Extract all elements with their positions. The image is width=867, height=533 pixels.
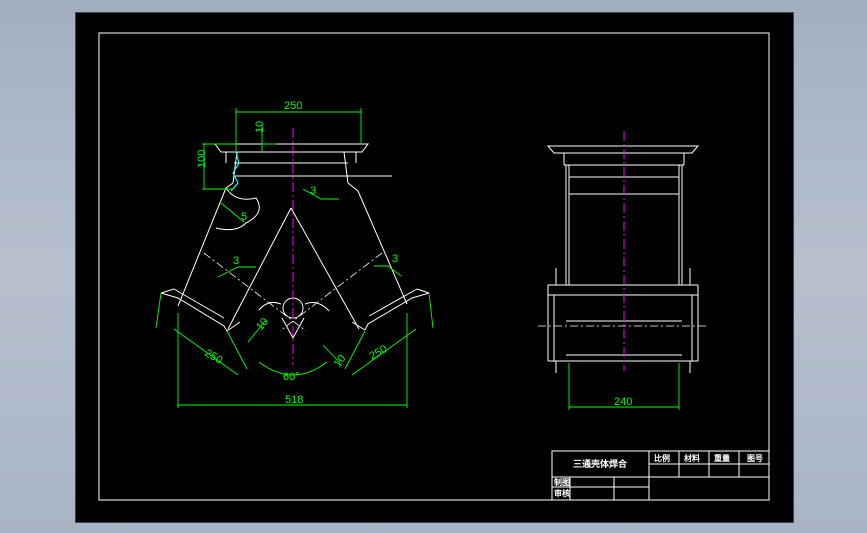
dim-top-width: 250	[284, 100, 302, 112]
cad-drawing: 250 10 100 3 5 3 3 250 250 10 10 60° 518…	[98, 32, 770, 501]
dim-overall-width: 518	[285, 394, 303, 406]
dim-right-branch-length: 250	[368, 343, 390, 363]
title-header-material: 材料	[684, 453, 700, 463]
break-line-left	[215, 187, 260, 231]
dim-chamfer: 5	[241, 211, 247, 223]
side-top-flange	[546, 145, 700, 166]
drawing-viewport[interactable]: 250 10 100 3 5 3 3 250 250 10 10 60° 518…	[75, 12, 794, 523]
weld-mark-3: 3	[392, 253, 398, 265]
side-bottom-block	[547, 284, 699, 362]
title-row-reviewer: 审核	[554, 488, 570, 498]
right-branch	[351, 288, 430, 331]
dim-side-width: 240	[614, 396, 632, 408]
weld-detail	[230, 151, 240, 192]
front-view: 250 10 100 3 5 3 3 250 250 10 10 60° 518	[155, 100, 434, 408]
left-branch	[160, 288, 241, 332]
drawing-border	[98, 32, 770, 501]
title-row-drafter: 制图	[554, 477, 570, 487]
dim-angle: 60°	[283, 371, 300, 383]
body-left-side	[177, 182, 234, 307]
branch-centerline-right	[279, 252, 383, 332]
dim-flange-thickness: 10	[254, 121, 266, 133]
center-boss-cap	[258, 302, 330, 340]
title-block: 三通壳体焊合 比例 材料 重量 图号 制图 审核	[551, 450, 770, 501]
body-right-side	[347, 182, 408, 305]
dim-left-branch-length: 250	[203, 347, 225, 367]
side-view: 240	[538, 131, 709, 410]
title-header-weight: 重量	[714, 453, 730, 463]
weld-mark-2: 3	[233, 255, 239, 267]
dim-left-branch-thk: 10	[254, 316, 271, 333]
title-block-title: 三通壳体焊合	[573, 458, 628, 470]
branch-centerline-left	[203, 252, 307, 332]
title-header-drawing-no: 图号	[747, 454, 763, 463]
dim-height: 100	[196, 150, 208, 168]
top-neck	[232, 151, 392, 184]
weld-mark-1: 3	[310, 185, 316, 197]
title-header-scale: 比例	[654, 453, 670, 463]
